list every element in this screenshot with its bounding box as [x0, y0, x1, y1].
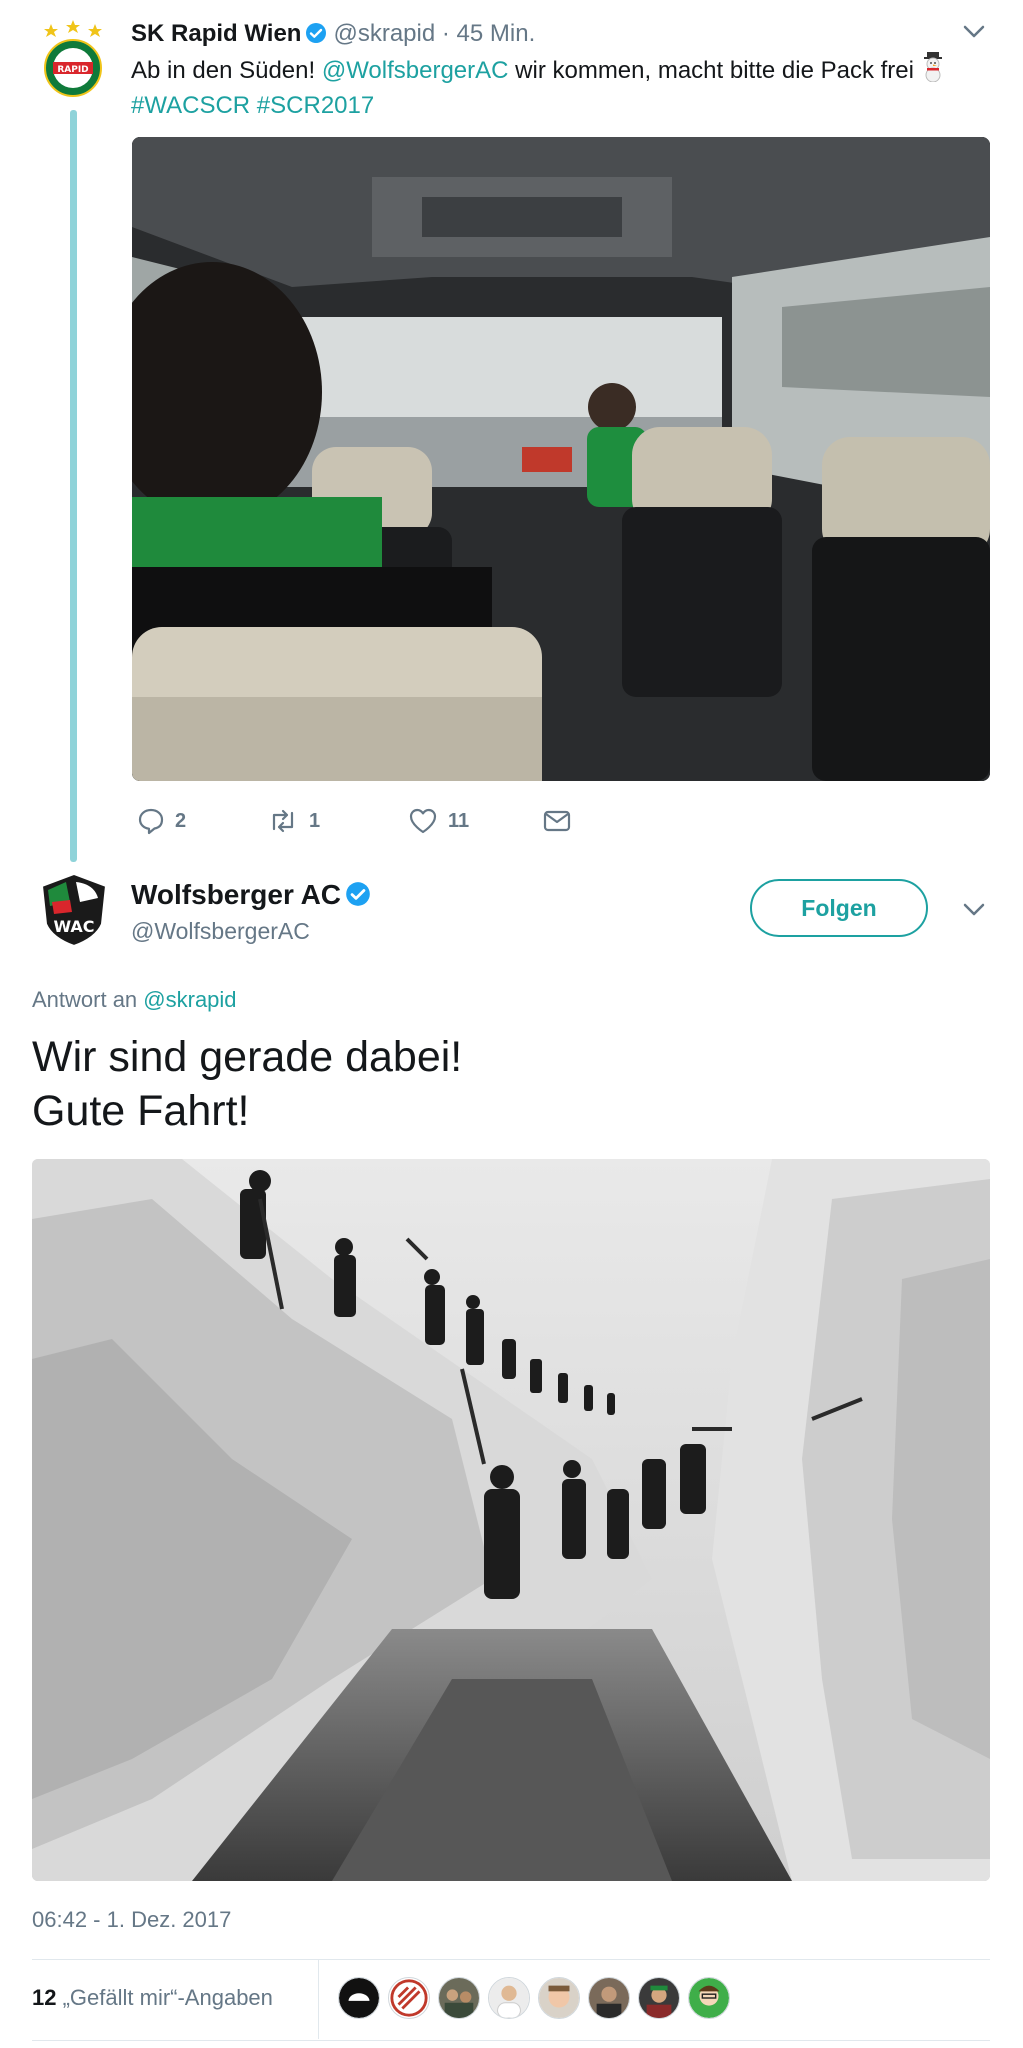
liker-avatar[interactable] — [438, 1977, 480, 2019]
likes-number: 12 — [32, 1985, 57, 2010]
reply-count: 2 — [175, 809, 187, 832]
vertical-divider — [318, 1959, 319, 2039]
bus-interior-photo[interactable] — [132, 137, 990, 781]
author-name[interactable]: SK Rapid Wien — [131, 20, 301, 47]
liker-avatar[interactable] — [488, 1977, 530, 2019]
tweet1-actions: 2 1 11 — [132, 803, 732, 839]
tweet2-text-line1: Wir sind gerade dabei! — [32, 1033, 463, 1081]
thread-line — [70, 110, 77, 862]
retweet-icon — [272, 809, 294, 833]
tweet2-text-line2: Gute Fahrt! — [32, 1087, 250, 1135]
author-handle[interactable]: @skrapid — [333, 20, 435, 47]
like-count: 11 — [448, 809, 470, 832]
direct-message-action[interactable] — [542, 803, 582, 839]
liker-avatar[interactable] — [688, 1977, 730, 2019]
liker-avatar[interactable] — [538, 1977, 580, 2019]
divider — [32, 2040, 990, 2041]
author-name: Wolfsberger AC — [131, 878, 377, 912]
liker-avatar[interactable] — [388, 1977, 430, 2019]
divider — [32, 1959, 990, 1960]
author-handle[interactable]: @WolfsbergerAC — [131, 916, 310, 946]
liker-avatar[interactable] — [638, 1977, 680, 2019]
reply-icon — [138, 808, 164, 835]
wac-author-name[interactable]: Wolfsberger AC — [131, 879, 341, 910]
liker-avatars — [338, 1977, 738, 2021]
retweet-action[interactable]: 1 — [267, 803, 320, 839]
tweet-timestamp[interactable]: 06:42 - 1. Dez. 2017 — [32, 1905, 231, 1935]
rapid-wien-avatar[interactable]: RAPID — [38, 20, 108, 100]
tweet-skrapid: RAPID SK Rapid Wien @skrapid · 45 Min. Ab… — [0, 0, 1023, 862]
heart-icon — [409, 808, 437, 834]
tweet-time[interactable]: 45 Min. — [457, 20, 536, 47]
hashtag-wacscr[interactable]: #WACSCR — [131, 92, 250, 119]
retweet-count: 1 — [309, 809, 321, 832]
hashtag-scr2017[interactable]: #SCR2017 — [257, 92, 374, 119]
reply-context: Antwort an @skrapid — [32, 985, 237, 1015]
liker-avatar[interactable] — [588, 1977, 630, 2019]
reply-action[interactable]: 2 — [137, 803, 186, 839]
tweet1-header: SK Rapid Wien @skrapid · 45 Min. — [131, 18, 535, 50]
mention-link[interactable]: @WolfsbergerAC — [322, 57, 509, 84]
chevron-down-icon[interactable] — [963, 903, 985, 917]
liker-avatar[interactable] — [338, 1977, 380, 2019]
tweet1-text-part2: wir kommen, macht bitte die Pack frei — [508, 57, 914, 84]
reply-mention-link[interactable]: @skrapid — [143, 987, 236, 1012]
tweet2-text: Wir sind gerade dabei! Gute Fahrt! — [32, 1030, 992, 1138]
likes-label: „Gefällt mir“-Angaben — [56, 1985, 273, 2010]
svg-text:WAC: WAC — [53, 917, 94, 936]
tweet1-text: Ab in den Süden! @WolfsbergerAC wir komm… — [131, 52, 961, 123]
wac-avatar[interactable]: WAC — [36, 872, 112, 948]
follow-button[interactable]: Folgen — [750, 879, 928, 937]
likes-summary[interactable]: 12 „Gefällt mir“-Angaben — [32, 1983, 273, 2013]
tweet1-text-part1: Ab in den Süden! — [131, 57, 322, 84]
snow-canyon-photo[interactable] — [32, 1159, 990, 1881]
chevron-down-icon[interactable] — [963, 25, 985, 39]
separator-dot: · — [441, 20, 450, 47]
reply-prefix: Antwort an — [32, 987, 144, 1012]
like-action[interactable]: 11 — [408, 803, 469, 839]
verified-badge-icon — [346, 882, 370, 906]
svg-text:RAPID: RAPID — [57, 65, 88, 75]
snowman-icon — [923, 52, 942, 82]
envelope-icon — [543, 810, 571, 832]
verified-badge-icon — [306, 23, 327, 43]
